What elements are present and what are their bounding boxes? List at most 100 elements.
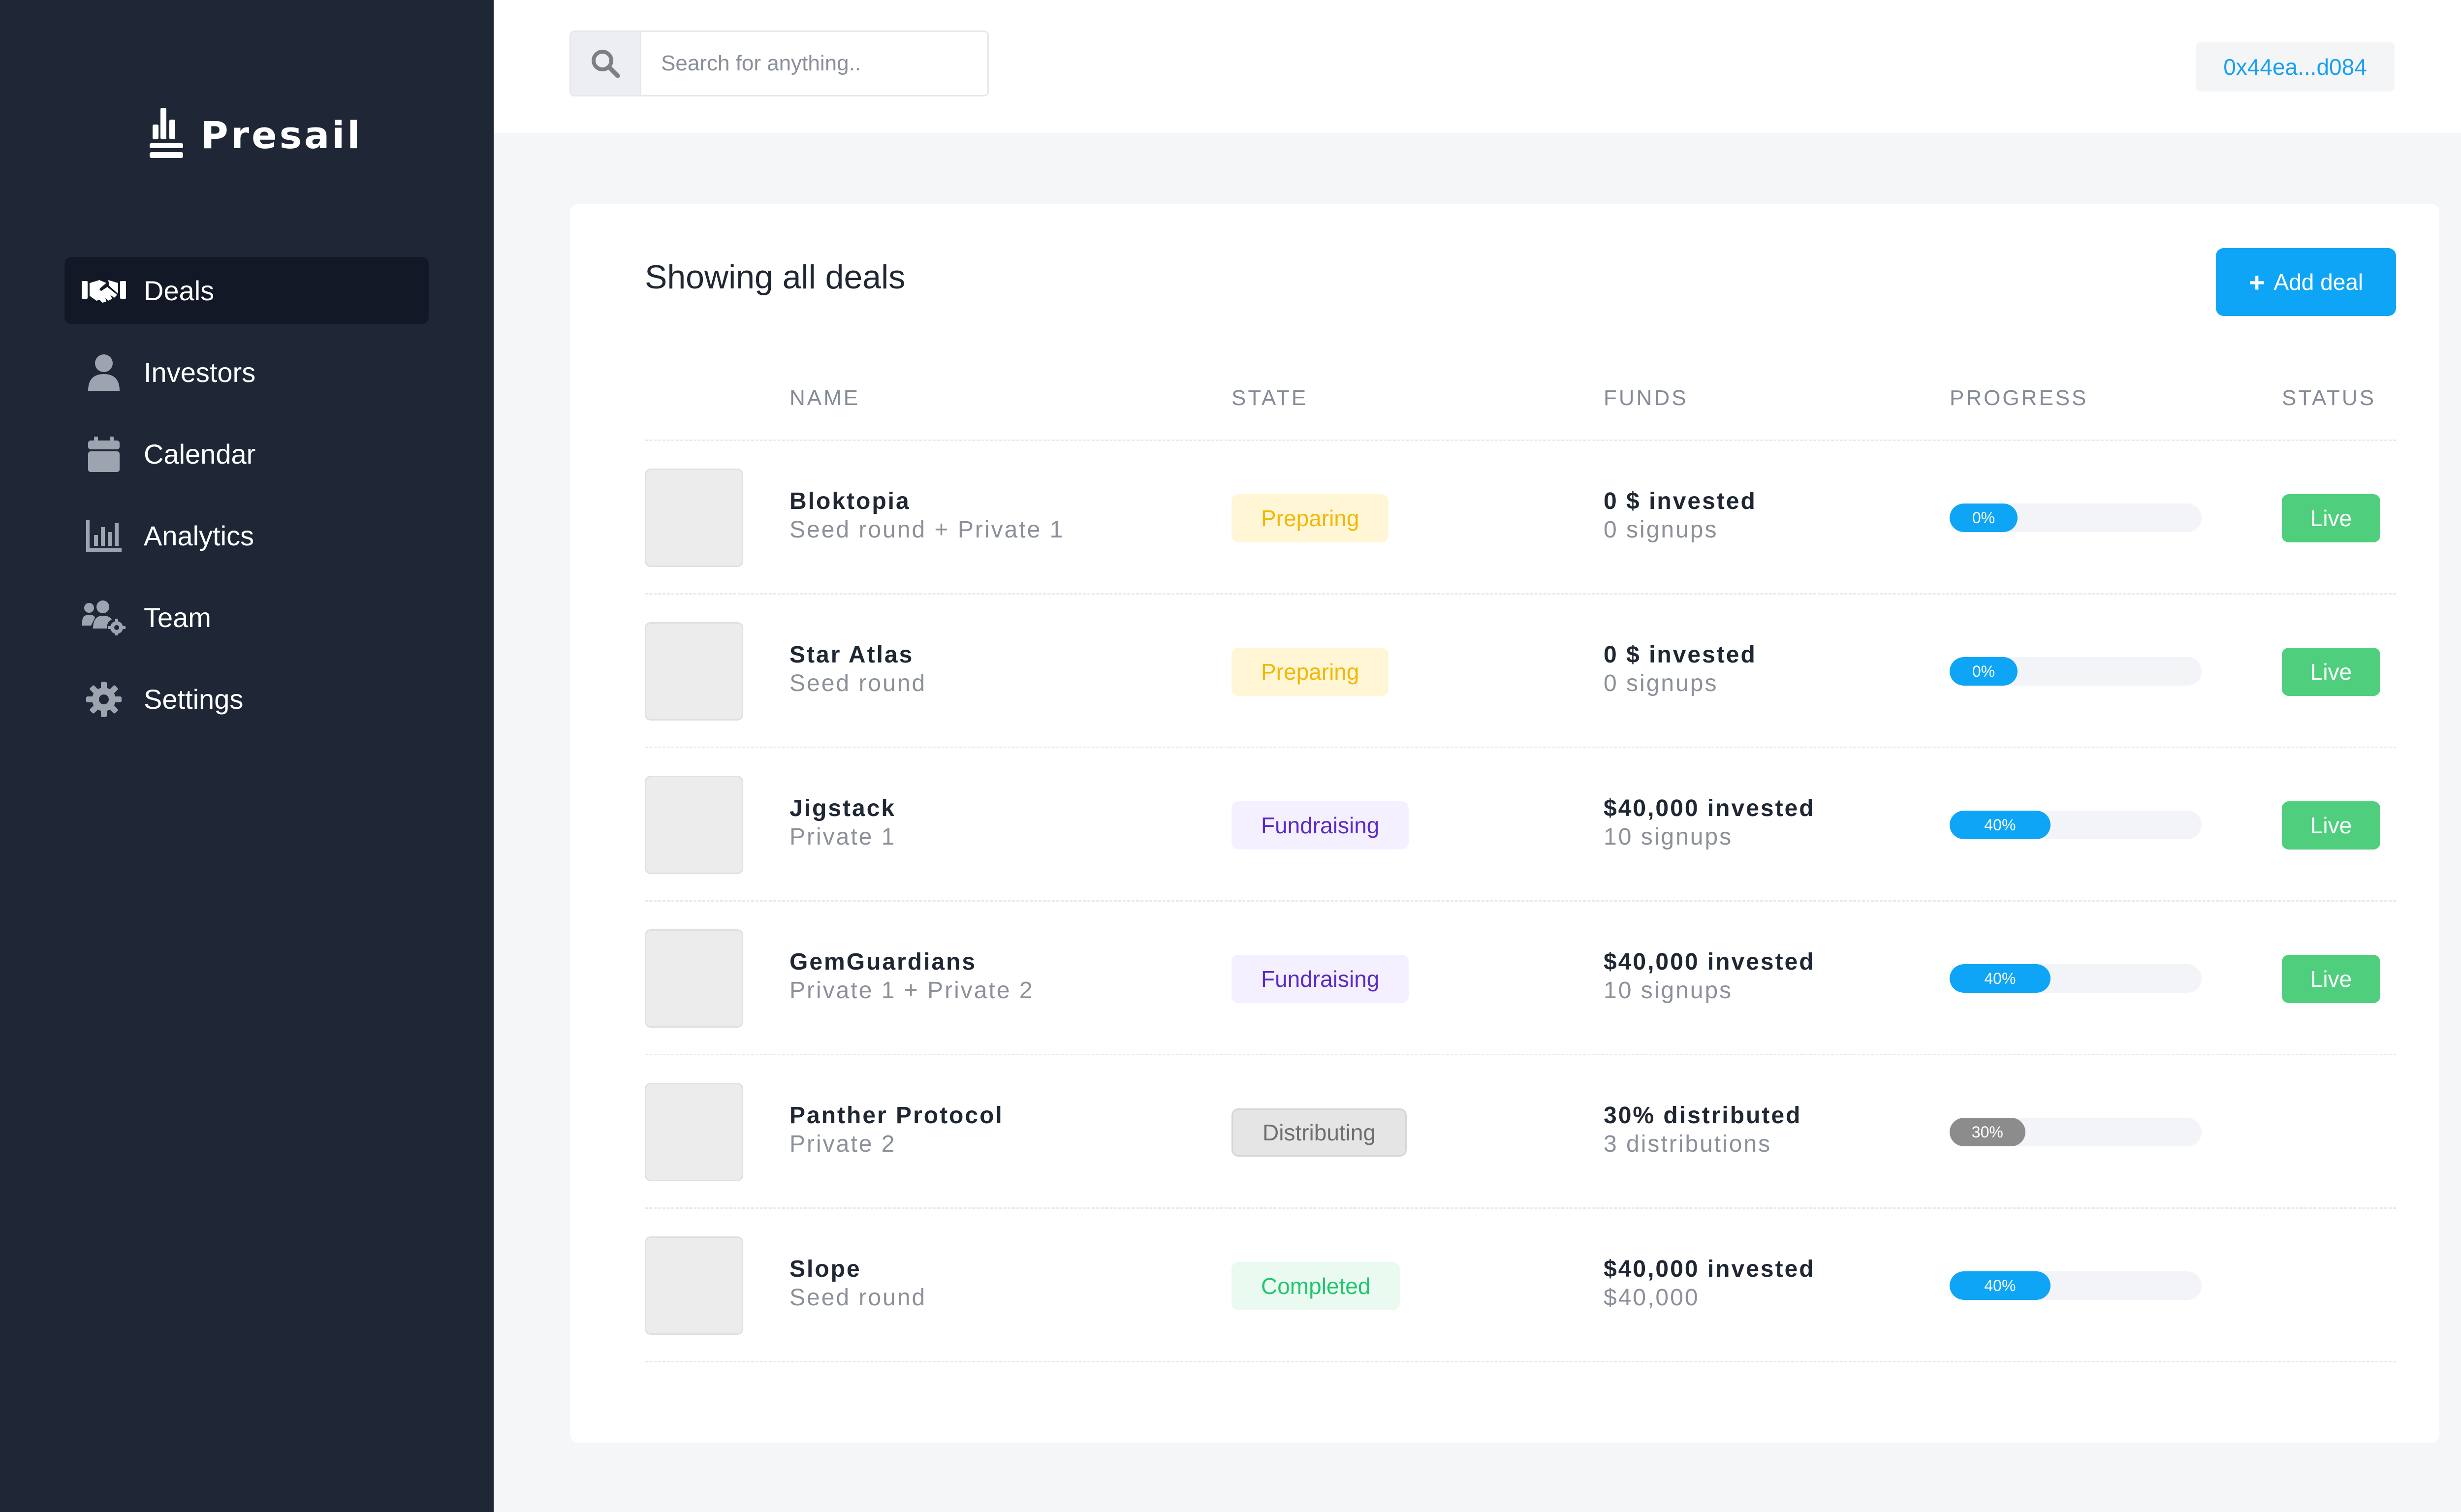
deal-round: Seed round (789, 670, 927, 696)
deal-logo-placeholder (645, 469, 743, 567)
column-header-state[interactable]: STATE (1231, 386, 1308, 410)
funds-main: 30% distributed (1604, 1102, 1802, 1129)
sidebar-item-label: Calendar (144, 439, 256, 470)
deal-round: Private 2 (789, 1131, 896, 1157)
sidebar-item-settings[interactable]: Settings (64, 665, 429, 733)
users-gear-icon (82, 600, 126, 635)
funds-main: $40,000 invested (1604, 1256, 1815, 1282)
status-badge[interactable]: Live (2282, 494, 2380, 542)
state-badge: Fundraising (1231, 955, 1409, 1003)
status-badge[interactable]: Live (2282, 648, 2380, 696)
search-box (569, 31, 989, 96)
funds-main: 0 $ invested (1604, 642, 1757, 668)
sidebar-item-calendar[interactable]: Calendar (64, 420, 429, 488)
deal-round: Seed round + Private 1 (789, 517, 1065, 543)
status-badge[interactable]: Live (2282, 955, 2380, 1003)
gear-icon (82, 681, 126, 717)
progress-bar: 0% (1950, 504, 2202, 532)
table-row[interactable]: Slope Seed round Completed $40,000 inves… (645, 1209, 2396, 1362)
funds-cell: 0 $ invested 0 signups (1604, 641, 1757, 698)
sidebar-item-investors[interactable]: Investors (64, 339, 429, 406)
sidebar-item-team[interactable]: Team (64, 584, 429, 651)
deal-name[interactable]: Panther Protocol (789, 1102, 1004, 1130)
table-row[interactable]: Star Atlas Seed round Preparing 0 $ inve… (645, 595, 2396, 748)
progress-bar: 40% (1950, 1271, 2202, 1300)
wallet-address-button[interactable]: 0x44ea...d084 (2196, 42, 2395, 92)
calendar-icon (82, 436, 126, 472)
progress-fill: 40% (1950, 964, 2051, 993)
table-row[interactable]: GemGuardians Private 1 + Private 2 Fundr… (645, 902, 2396, 1055)
funds-cell: 0 $ invested 0 signups (1604, 487, 1757, 544)
deal-name[interactable]: Star Atlas (789, 641, 926, 669)
funds-sub: 10 signups (1604, 977, 1733, 1004)
deal-name-cell: Bloktopia Seed round + Private 1 (789, 487, 1064, 544)
state-badge: Preparing (1231, 648, 1389, 696)
deal-round: Private 1 (789, 824, 896, 850)
deal-round: Private 1 + Private 2 (789, 977, 1034, 1004)
progress-fill: 0% (1950, 504, 2018, 532)
deals-table-body: Bloktopia Seed round + Private 1 Prepari… (645, 441, 2396, 1362)
deal-name-cell: Star Atlas Seed round (789, 641, 926, 698)
topbar: 0x44ea...d084 (494, 0, 2461, 133)
search-icon (592, 50, 620, 78)
funds-cell: $40,000 invested $40,000 (1604, 1255, 1815, 1312)
progress-fill: 30% (1950, 1118, 2025, 1146)
progress-fill: 40% (1950, 811, 2051, 839)
progress-fill: 0% (1950, 657, 2018, 686)
funds-sub: 3 distributions (1604, 1131, 1772, 1157)
progress-bar: 40% (1950, 964, 2202, 993)
table-header: NAME STATE FUNDS PROGRESS STATUS (645, 375, 2396, 441)
state-badge: Distributing (1231, 1108, 1407, 1157)
sidebar-item-label: Settings (144, 684, 244, 715)
plus-icon: + (2248, 266, 2265, 298)
column-header-progress[interactable]: PROGRESS (1950, 386, 2088, 410)
deal-logo-placeholder (645, 622, 743, 721)
app-name: Presail (201, 113, 363, 157)
table-row[interactable]: Panther Protocol Private 2 Distributing … (645, 1055, 2396, 1209)
deal-logo-placeholder (645, 776, 743, 874)
column-header-status[interactable]: STATUS (2282, 386, 2376, 410)
sidebar-item-analytics[interactable]: Analytics (64, 502, 429, 569)
progress-bar: 0% (1950, 657, 2202, 686)
deal-name-cell: Jigstack Private 1 (789, 794, 896, 851)
app-logo[interactable]: Presail (148, 105, 362, 164)
deal-name[interactable]: Jigstack (789, 794, 896, 823)
funds-sub: 10 signups (1604, 824, 1733, 850)
deal-name[interactable]: Slope (789, 1255, 926, 1284)
user-icon (82, 354, 126, 391)
state-badge: Preparing (1231, 494, 1389, 542)
sidebar-item-label: Deals (144, 275, 215, 306)
deal-logo-placeholder (645, 929, 743, 1028)
status-badge[interactable]: Live (2282, 801, 2380, 850)
funds-cell: $40,000 invested 10 signups (1604, 948, 1815, 1005)
deal-name-cell: Slope Seed round (789, 1255, 926, 1312)
page-title: Showing all deals (645, 258, 906, 296)
funds-sub: $40,000 (1604, 1285, 1700, 1311)
deal-logo-placeholder (645, 1083, 743, 1181)
handshake-icon (82, 276, 126, 306)
deal-name-cell: Panther Protocol Private 2 (789, 1102, 1004, 1159)
table-row[interactable]: Jigstack Private 1 Fundraising $40,000 i… (645, 748, 2396, 902)
funds-main: $40,000 invested (1604, 795, 1815, 821)
table-row[interactable]: Bloktopia Seed round + Private 1 Prepari… (645, 441, 2396, 595)
sidebar-item-label: Investors (144, 357, 256, 388)
column-header-name[interactable]: NAME (789, 386, 860, 410)
add-deal-button[interactable]: + Add deal (2216, 248, 2396, 316)
funds-main: 0 $ invested (1604, 488, 1757, 514)
sidebar-item-deals[interactable]: Deals (64, 257, 429, 324)
sidebar-item-label: Analytics (144, 520, 254, 551)
progress-bar: 40% (1950, 811, 2202, 839)
bar-chart-icon (82, 520, 126, 552)
state-badge: Fundraising (1231, 801, 1409, 850)
search-input[interactable] (641, 32, 987, 95)
deals-card: Showing all deals + Add deal NAME STATE … (570, 204, 2439, 1443)
column-header-funds[interactable]: FUNDS (1604, 386, 1688, 410)
funds-cell: $40,000 invested 10 signups (1604, 794, 1815, 851)
search-button[interactable] (571, 32, 641, 95)
funds-sub: 0 signups (1604, 517, 1718, 543)
sidebar: Presail Deals Investors Calendar Analyti… (0, 0, 494, 1512)
deal-name[interactable]: Bloktopia (789, 487, 1064, 516)
deal-name-cell: GemGuardians Private 1 + Private 2 (789, 948, 1034, 1005)
add-deal-label: Add deal (2273, 269, 2364, 295)
deal-name[interactable]: GemGuardians (789, 948, 1034, 976)
